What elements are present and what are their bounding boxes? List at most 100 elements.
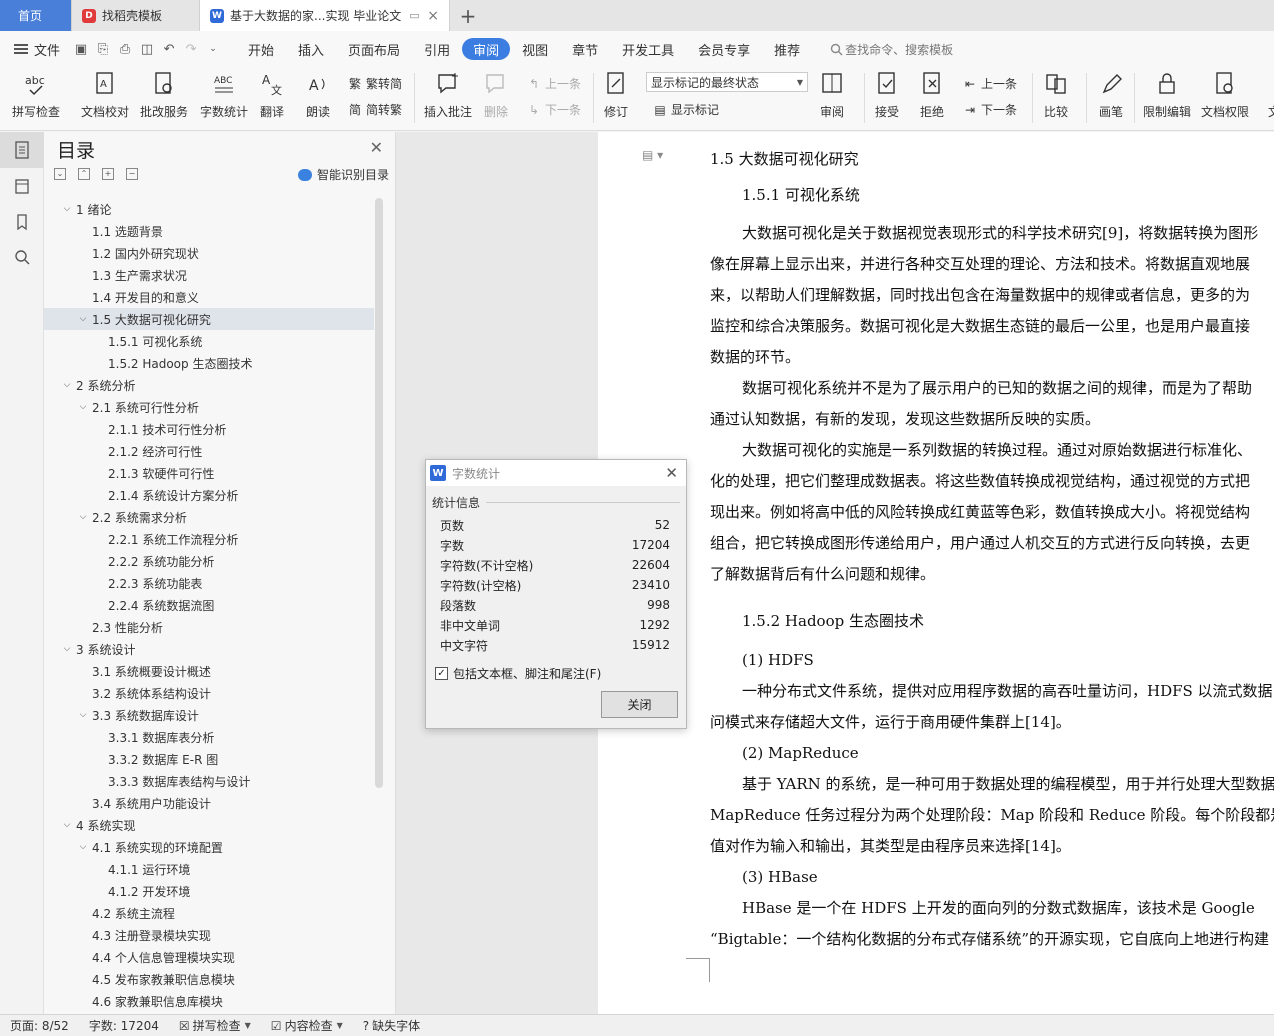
save-icon[interactable]: ▣ — [70, 38, 92, 60]
menu-chapter[interactable]: 章节 — [560, 38, 610, 60]
toc-item[interactable]: ⌵ 2.1 系统可行性分析 — [44, 396, 374, 418]
tab-document[interactable]: W 基于大数据的家...实现 毕业论文 ▭ × — [200, 0, 450, 31]
status-spell-check[interactable]: ☒ 拼写检查 ▼ — [169, 1017, 261, 1034]
doc-permission-button[interactable]: 文档权限 — [1201, 69, 1249, 120]
tab-docer[interactable]: D 找稻壳模板 — [72, 0, 200, 31]
compare-button[interactable]: 比较 — [1042, 69, 1070, 120]
find-rail-button[interactable] — [0, 240, 44, 276]
toc-item[interactable]: 2.1.3 软硬件可行性 — [44, 462, 374, 484]
chevron-down-icon[interactable]: ⌵ — [76, 402, 90, 412]
toc-item[interactable]: 4.4 个人信息管理模块实现 — [44, 946, 374, 968]
close-button[interactable]: 关闭 — [601, 691, 678, 718]
toc-item[interactable]: 2.2.4 系统数据流图 — [44, 594, 374, 616]
screen-icon[interactable]: ▭ — [409, 9, 419, 22]
toc-scrollbar[interactable] — [375, 198, 383, 788]
toc-item[interactable]: 4.1.1 运行环境 — [44, 858, 374, 880]
close-tab-icon[interactable]: × — [427, 8, 439, 24]
redo-icon[interactable]: ↷ — [180, 38, 202, 60]
toc-item[interactable]: 1.5.1 可视化系统 — [44, 330, 374, 352]
toc-item[interactable]: ⌵ 1.5 大数据可视化研究 — [44, 308, 374, 330]
chevron-down-icon[interactable]: ⌵ — [76, 314, 90, 324]
prev-change-button[interactable]: ⇤ 上一条 — [962, 75, 1017, 92]
menu-layout[interactable]: 页面布局 — [336, 38, 412, 60]
toc-item[interactable]: 1.1 选题背景 — [44, 220, 374, 242]
toc-item[interactable]: 2.3 性能分析 — [44, 616, 374, 638]
toc-item[interactable]: ⌵ 3.3 系统数据库设计 — [44, 704, 374, 726]
next-change-button[interactable]: ⇥ 下一条 — [962, 101, 1017, 118]
trad-to-simp-button[interactable]: 繁繁转简 — [347, 75, 402, 92]
toc-item[interactable]: 1.2 国内外研究现状 — [44, 242, 374, 264]
toc-item[interactable]: 1.4 开发目的和意义 — [44, 286, 374, 308]
reject-button[interactable]: 拒绝 — [918, 69, 946, 120]
prev-comment-button[interactable]: ↰ 上一条 — [526, 75, 581, 92]
status-content-check[interactable]: ☑ 内容检查 ▼ — [261, 1017, 353, 1034]
toc-item[interactable]: 3.2 系统体系结构设计 — [44, 682, 374, 704]
review-pane-button[interactable]: 审阅 — [818, 69, 846, 120]
smart-toc-button[interactable]: 智能识别目录 — [297, 166, 389, 183]
simp-to-trad-button[interactable]: 简简转繁 — [347, 101, 402, 118]
preview-icon[interactable]: ◫ — [136, 38, 158, 60]
chevron-down-icon[interactable]: ⌵ — [76, 512, 90, 522]
toc-item[interactable]: ⌵ 3 系统设计 — [44, 638, 374, 660]
read-aloud-button[interactable]: A 朗读 — [304, 69, 332, 120]
bookmark-rail-button[interactable] — [0, 204, 44, 240]
toc-item[interactable]: ⌵ 2.2 系统需求分析 — [44, 506, 374, 528]
toc-item[interactable]: 3.1 系统概要设计概述 — [44, 660, 374, 682]
menu-view[interactable]: 视图 — [510, 38, 560, 60]
toc-rail-button[interactable] — [0, 132, 44, 168]
toc-item[interactable]: ⌵ 4 系统实现 — [44, 814, 374, 836]
toc-item[interactable]: 3.3.2 数据库 E-R 图 — [44, 748, 374, 770]
accept-button[interactable]: 接受 — [873, 69, 901, 120]
track-changes-button[interactable]: 修订 — [602, 69, 630, 120]
toc-item[interactable]: 3.3.3 数据库表结构与设计 — [44, 770, 374, 792]
word-count-button[interactable]: ABC 字数统计 — [200, 69, 248, 120]
menu-recommend[interactable]: 推荐 — [762, 38, 812, 60]
menu-reference[interactable]: 引用 — [412, 38, 462, 60]
toc-item[interactable]: 2.1.2 经济可行性 — [44, 440, 374, 462]
expand-up-icon[interactable]: ⌃ — [78, 168, 90, 180]
spell-check-button[interactable]: abc 拼写检查 — [12, 69, 60, 120]
remove-level-icon[interactable]: − — [126, 168, 138, 180]
toc-item[interactable]: 1.3 生产需求状况 — [44, 264, 374, 286]
close-icon[interactable]: ✕ — [665, 464, 678, 482]
document-page[interactable]: ▤ ▾ 1.5 大数据可视化研究 1.5.1 可视化系统 大数据可视化是关于数据… — [598, 132, 1274, 1014]
toc-item[interactable]: ⌵ 1 绪论 — [44, 198, 374, 220]
chevron-down-icon[interactable]: ⌵ — [60, 380, 74, 390]
toc-item[interactable]: 2.2.2 系统功能分析 — [44, 550, 374, 572]
next-comment-button[interactable]: ↳ 下一条 — [526, 101, 581, 118]
toc-item[interactable]: 4.1.2 开发环境 — [44, 880, 374, 902]
dialog-titlebar[interactable]: W 字数统计 ✕ — [426, 460, 686, 486]
export-icon[interactable]: ⎘ — [92, 38, 114, 60]
toc-item[interactable]: 3.3.1 数据库表分析 — [44, 726, 374, 748]
toc-item[interactable]: 4.3 注册登录模块实现 — [44, 924, 374, 946]
chapter-rail-button[interactable] — [0, 168, 44, 204]
menu-member[interactable]: 会员专享 — [686, 38, 762, 60]
markup-state-select[interactable]: 显示标记的最终状态 ▼ — [646, 72, 808, 92]
toc-item[interactable]: 4.6 家教兼职信息库模块 — [44, 990, 374, 1012]
toc-item[interactable]: 2.1.1 技术可行性分析 — [44, 418, 374, 440]
toc-item[interactable]: 4.2 系统主流程 — [44, 902, 374, 924]
menu-insert[interactable]: 插入 — [286, 38, 336, 60]
toc-item[interactable]: 4.5 发布家教兼职信息模块 — [44, 968, 374, 990]
add-level-icon[interactable]: + — [102, 168, 114, 180]
toc-item[interactable]: ⌵ 2 系统分析 — [44, 374, 374, 396]
tab-home[interactable]: 首页 — [0, 0, 72, 31]
close-icon[interactable]: ✕ — [370, 138, 383, 157]
print-icon[interactable]: ⎙ — [114, 38, 136, 60]
insert-comment-button[interactable]: 插入批注 — [424, 69, 472, 120]
translate-button[interactable]: A文 翻译 — [258, 69, 286, 120]
status-word-count[interactable]: 字数: 17204 — [79, 1017, 169, 1034]
chevron-down-icon[interactable]: ⌵ — [60, 644, 74, 654]
batch-service-button[interactable]: 批改服务 — [140, 69, 188, 120]
toc-item[interactable]: 2.2.3 系统功能表 — [44, 572, 374, 594]
more-ribbon-button[interactable]: 文 — [1260, 69, 1274, 120]
file-menu[interactable]: 文件 — [0, 40, 70, 59]
status-page[interactable]: 页面: 8/52 — [0, 1017, 79, 1034]
chevron-down-icon[interactable]: ⌵ — [76, 842, 90, 852]
collapse-all-icon[interactable]: ⌄ — [54, 168, 66, 180]
menu-devtools[interactable]: 开发工具 — [610, 38, 686, 60]
command-search[interactable]: 查找命令、搜索模板 — [830, 41, 953, 58]
toc-item[interactable]: 2.1.4 系统设计方案分析 — [44, 484, 374, 506]
new-tab-button[interactable]: + — [450, 0, 486, 31]
pen-button[interactable]: 画笔 — [1097, 69, 1125, 120]
